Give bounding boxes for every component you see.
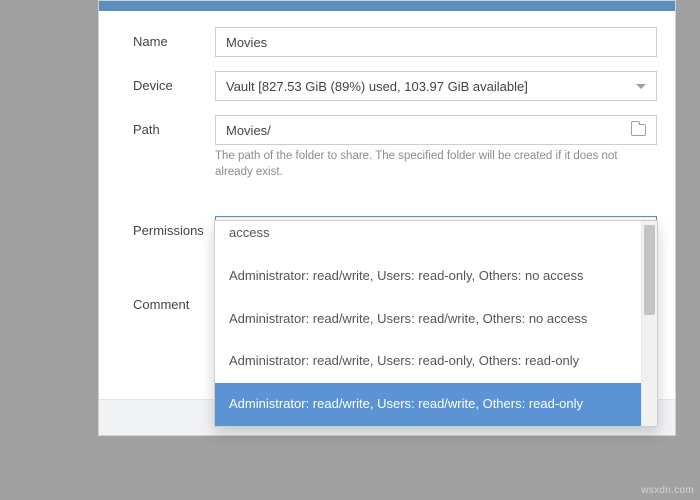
dropdown-scrollbar[interactable] [641,221,657,426]
permissions-option[interactable]: Administrator: read/write, Users: read/w… [215,298,641,341]
permissions-dropdown: access Administrator: read/write, Users:… [214,220,658,427]
name-input[interactable] [226,35,646,50]
titlebar [99,1,675,11]
path-input-value: Movies/ [226,123,271,138]
device-select-value: Vault [827.53 GiB (89%) used, 103.97 GiB… [226,79,528,94]
label-name: Name [133,27,215,49]
label-device: Device [133,71,215,93]
name-input-wrap[interactable] [215,27,657,57]
label-comment: Comment [133,290,215,312]
label-path: Path [133,115,215,137]
path-input[interactable]: Movies/ [215,115,657,145]
watermark: wsxdn.com [641,485,694,496]
folder-icon [631,124,646,136]
chevron-down-icon [636,84,646,89]
row-path: Path Movies/ The path of the folder to s… [133,115,657,180]
permissions-option[interactable]: Administrator: read/write, Users: read-o… [215,255,641,298]
permissions-option-partial[interactable]: access [215,221,641,255]
permissions-option-selected[interactable]: Administrator: read/write, Users: read/w… [215,383,641,426]
label-permissions: Permissions [133,216,215,238]
path-help-text: The path of the folder to share. The spe… [215,149,657,180]
permissions-option[interactable]: Administrator: read/write, Users: read-o… [215,340,641,383]
device-select[interactable]: Vault [827.53 GiB (89%) used, 103.97 GiB… [215,71,657,101]
permissions-option-list: access Administrator: read/write, Users:… [215,221,641,426]
dropdown-scrollbar-thumb[interactable] [644,225,655,315]
row-name: Name [133,27,657,57]
row-device: Device Vault [827.53 GiB (89%) used, 103… [133,71,657,101]
